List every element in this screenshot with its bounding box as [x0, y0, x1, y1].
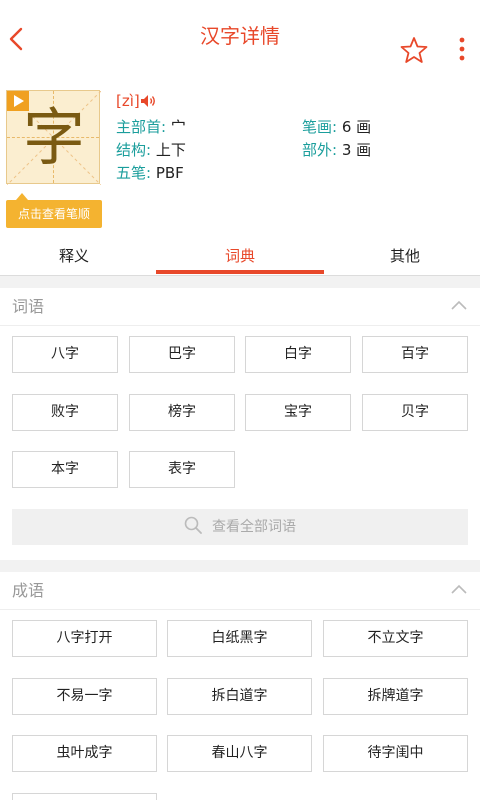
wubi-label: 五笔: — [116, 164, 152, 182]
idiom-chip[interactable]: 待字闺中 — [323, 735, 468, 772]
idiom-chip[interactable]: 拆牌道字 — [323, 678, 468, 715]
radical-info: 主部首: 宀 — [116, 116, 186, 138]
words-section-title: 词语 — [12, 297, 45, 316]
tab-definition[interactable]: 释义 — [0, 236, 148, 276]
more-menu-icon[interactable] — [452, 36, 472, 62]
radical-value: 宀 — [170, 118, 186, 136]
character-tile[interactable]: 字 — [6, 90, 101, 185]
word-chip[interactable]: 榜字 — [129, 394, 235, 431]
view-stroke-order-button[interactable]: 点击查看笔顺 — [6, 193, 102, 228]
radical-label: 主部首: — [116, 118, 167, 136]
words-section-header[interactable]: 词语 — [0, 288, 480, 326]
top-bar: 汉字详情 — [0, 0, 480, 76]
chevron-up-icon[interactable] — [450, 582, 468, 596]
wubi-value: PBF — [155, 164, 184, 182]
idioms-section-header[interactable]: 成语 — [0, 572, 480, 610]
word-chip[interactable]: 表字 — [129, 451, 235, 488]
strokes-value: 6 画 — [341, 118, 372, 136]
tab-other[interactable]: 其他 — [330, 236, 480, 276]
strokes-label: 笔画: — [302, 118, 338, 136]
idiom-chip-partial[interactable] — [12, 793, 157, 800]
idiom-chip[interactable]: 拆白道字 — [167, 678, 312, 715]
outer-strokes-label: 部外: — [302, 141, 338, 159]
active-tab-indicator — [156, 270, 324, 274]
idiom-chip[interactable]: 春山八字 — [167, 735, 312, 772]
word-chip[interactable]: 百字 — [362, 336, 468, 373]
strokes-info: 笔画: 6 画 — [302, 116, 371, 138]
character-header: 字 点击查看笔顺 [zì] 主部首: 宀 笔画: 6 画 结构: 上下 部外: … — [0, 76, 480, 236]
play-icon[interactable] — [7, 91, 29, 111]
view-all-words-label: 查看全部词语 — [212, 519, 296, 535]
word-chip[interactable]: 巴字 — [129, 336, 235, 373]
idiom-chip[interactable]: 虫叶成字 — [12, 735, 157, 772]
idioms-section-title: 成语 — [12, 581, 45, 600]
wubi-info: 五笔: PBF — [116, 162, 184, 184]
structure-info: 结构: 上下 — [116, 139, 186, 161]
structure-value: 上下 — [155, 141, 186, 159]
idiom-chip[interactable]: 白纸黑字 — [167, 620, 312, 657]
word-chip[interactable]: 八字 — [12, 336, 118, 373]
idioms-section: 成语 八字打开 白纸黑字 不立文字 不易一字 拆白道字 拆牌道字 虫叶成字 春山… — [0, 572, 480, 800]
word-chip[interactable]: 贝字 — [362, 394, 468, 431]
outer-strokes-value: 3 画 — [341, 141, 372, 159]
outer-strokes-info: 部外: 3 画 — [302, 139, 371, 161]
search-icon — [184, 516, 202, 534]
word-chip[interactable]: 败字 — [12, 394, 118, 431]
word-chip[interactable]: 本字 — [12, 451, 118, 488]
words-section: 词语 八字 巴字 白字 百字 败字 榜字 宝字 贝字 本字 表字 查看全部词语 — [0, 288, 480, 560]
pinyin: [zì] — [116, 92, 140, 110]
structure-label: 结构: — [116, 141, 152, 159]
word-chip[interactable]: 宝字 — [245, 394, 351, 431]
idiom-chip[interactable]: 八字打开 — [12, 620, 157, 657]
idiom-chip[interactable]: 不立文字 — [323, 620, 468, 657]
star-icon[interactable] — [400, 36, 428, 64]
chevron-up-icon[interactable] — [450, 298, 468, 312]
word-chip[interactable]: 白字 — [245, 336, 351, 373]
speaker-icon[interactable] — [140, 94, 158, 108]
idiom-chip[interactable]: 不易一字 — [12, 678, 157, 715]
view-all-words-button[interactable]: 查看全部词语 — [12, 509, 468, 545]
